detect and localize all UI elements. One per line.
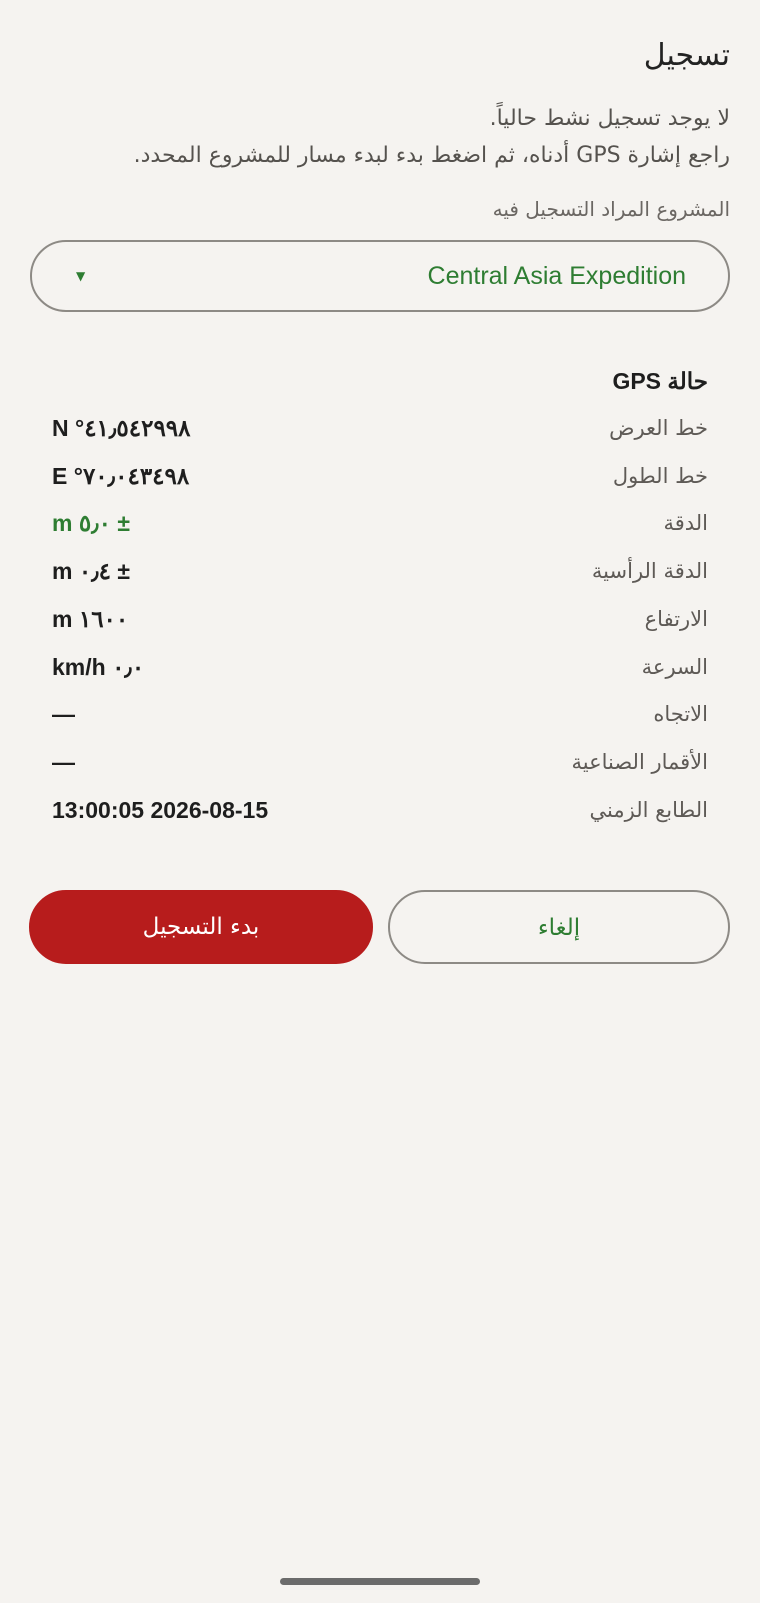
gps-row-label: الارتفاع xyxy=(644,607,708,631)
project-select-value: Central Asia Expedition xyxy=(427,262,686,290)
gps-row-value: m ٠٫٤ ± xyxy=(52,558,131,584)
page-title: تسجيل xyxy=(643,38,730,73)
gps-row-altitude: الارتفاع m ١٦٠٠ xyxy=(52,599,708,639)
gps-row-value: E °٧٠٫٠٤٣٤٩٨ xyxy=(52,463,190,489)
gps-row-label: السرعة xyxy=(641,655,708,679)
gps-row-value: km/h ٠٫٠ xyxy=(52,654,145,680)
recording-screen: تسجيل لا يوجد تسجيل نشط حالياً. راجع إشا… xyxy=(0,0,760,1603)
gps-row-label: الدقة الرأسية xyxy=(591,559,708,583)
gps-row-speed: السرعة km/h ٠٫٠ xyxy=(52,647,708,687)
gps-row-timestamp: الطابع الزمني 13:00:05 2026-08-15 xyxy=(52,790,708,830)
home-indicator[interactable] xyxy=(280,1578,480,1585)
gps-row-vertical-accuracy: الدقة الرأسية m ٠٫٤ ± xyxy=(52,551,708,591)
project-select[interactable]: Central Asia Expedition ▼ xyxy=(30,240,730,312)
project-label: المشروع المراد التسجيل فيه xyxy=(492,197,730,221)
gps-row-label: الدقة xyxy=(663,511,708,535)
gps-row-latitude: خط العرض N °٤١٫٥٤٢٩٩٨ xyxy=(52,408,708,448)
gps-row-heading: الاتجاه — xyxy=(52,694,708,734)
gps-row-value: — xyxy=(52,701,75,727)
gps-row-satellites: الأقمار الصناعية — xyxy=(52,742,708,782)
chevron-down-icon: ▼ xyxy=(76,269,86,283)
gps-row-value: m ٥٫٠ ± xyxy=(52,510,131,536)
gps-row-label: خط الطول xyxy=(612,464,708,488)
intro-line-1: لا يوجد تسجيل نشط حالياً. xyxy=(489,106,730,131)
gps-row-value: N °٤١٫٥٤٢٩٩٨ xyxy=(52,415,191,441)
gps-row-longitude: خط الطول E °٧٠٫٠٤٣٤٩٨ xyxy=(52,456,708,496)
gps-status-header: حالة GPS xyxy=(612,368,708,394)
gps-row-accuracy: الدقة m ٥٫٠ ± xyxy=(52,503,708,543)
gps-row-label: الأقمار الصناعية xyxy=(571,750,708,774)
gps-row-label: خط العرض xyxy=(609,416,708,440)
gps-row-label: الاتجاه xyxy=(653,702,708,726)
cancel-button[interactable]: إلغاء xyxy=(388,890,730,964)
gps-row-value: m ١٦٠٠ xyxy=(52,606,129,632)
start-recording-button[interactable]: بدء التسجيل xyxy=(29,890,373,964)
gps-row-value: 13:00:05 2026-08-15 xyxy=(52,797,269,823)
gps-row-label: الطابع الزمني xyxy=(589,798,708,822)
intro-line-2: راجع إشارة GPS أدناه، ثم اضغط بدء لبدء م… xyxy=(133,143,730,168)
gps-row-value: — xyxy=(52,749,75,775)
intro-text: لا يوجد تسجيل نشط حالياً. راجع إشارة GPS… xyxy=(30,100,730,174)
